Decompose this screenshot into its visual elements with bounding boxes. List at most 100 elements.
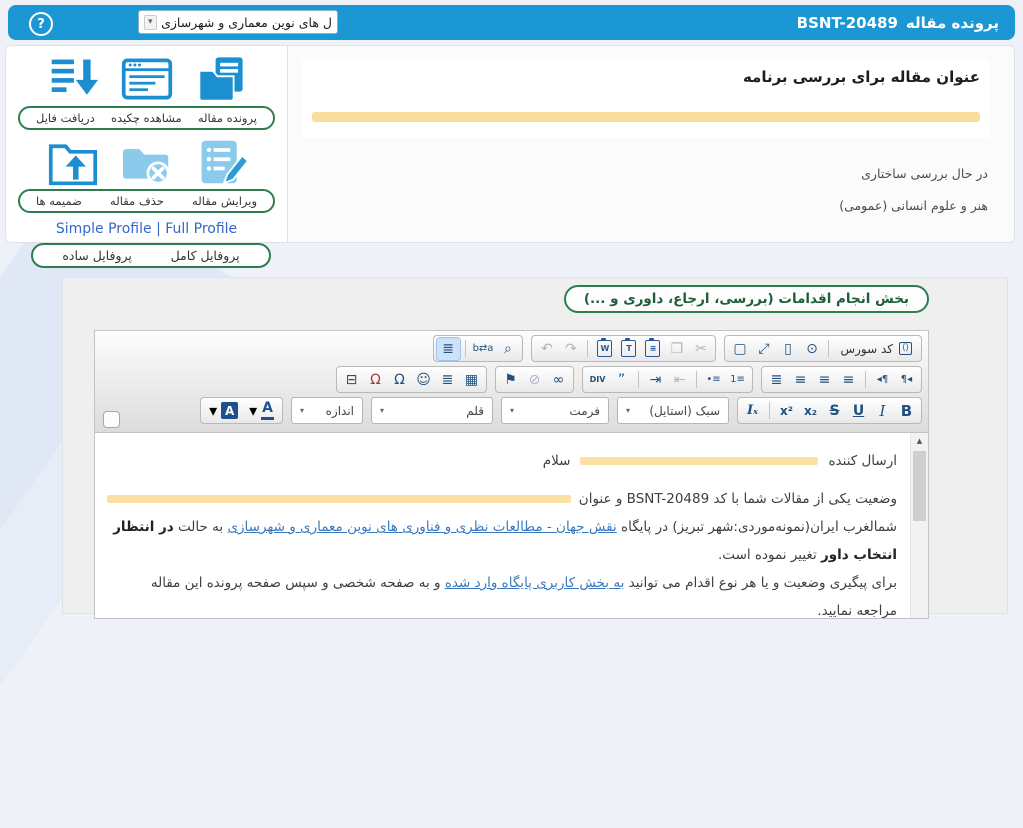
- view-abstract-icon: [120, 55, 174, 103]
- journal-select[interactable]: ▾ ل های نوین معماری و شهرسازی: [138, 10, 338, 34]
- size-select[interactable]: ▾ اندازه: [291, 397, 363, 424]
- strikethrough-icon[interactable]: S: [823, 400, 846, 422]
- maximize-icon[interactable]: ⤢: [752, 338, 775, 360]
- unlink-icon[interactable]: ⊘: [523, 369, 546, 391]
- table-icon[interactable]: ▦: [460, 369, 483, 391]
- link-icon[interactable]: ∞: [547, 369, 570, 391]
- profile-links-divider: |: [156, 221, 161, 237]
- background-color-button[interactable]: ▾ A: [204, 401, 243, 420]
- divider: [769, 402, 770, 419]
- editor-toolbar: ≣ b⇄a ⌕ ↶ ↷ W T ≡ ❐ ✂ ▢ ⤢: [95, 331, 928, 433]
- authors-redaction-bar: [312, 112, 980, 122]
- help-icon[interactable]: ?: [29, 12, 53, 36]
- divider: [865, 371, 866, 388]
- smiley-icon[interactable]: ☺: [412, 369, 435, 391]
- italic-icon[interactable]: I: [871, 400, 894, 422]
- editor-content-area[interactable]: ارسال کننده سلام وضعیت یکی از مقالات شما…: [95, 433, 928, 618]
- delete-article-icon: [120, 138, 174, 186]
- text-color-button[interactable]: ▾ A: [244, 401, 279, 420]
- align-right-icon[interactable]: ≡: [837, 369, 860, 391]
- page-title-label: پرونده مقاله: [906, 14, 999, 32]
- div-container-icon[interactable]: DIV: [586, 369, 609, 391]
- superscript-icon[interactable]: x²: [775, 400, 798, 422]
- paste-icon[interactable]: ≡: [641, 338, 664, 360]
- article-code: BSNT-20489: [797, 14, 898, 32]
- copy-icon[interactable]: ❐: [665, 338, 688, 360]
- delete-article-button[interactable]: [118, 136, 176, 188]
- align-left-icon[interactable]: ≡: [789, 369, 812, 391]
- find-replace-icon[interactable]: b⇄a: [471, 338, 496, 360]
- article-file-button[interactable]: [192, 53, 250, 105]
- horizontal-rule-icon[interactable]: ≣: [436, 369, 459, 391]
- edit-article-button[interactable]: [192, 136, 250, 188]
- blockquote-icon[interactable]: ”: [610, 369, 633, 391]
- full-profile-link[interactable]: Full Profile: [165, 221, 237, 237]
- numbered-list-icon[interactable]: 1≡: [726, 369, 749, 391]
- special-char-arabic-icon[interactable]: Ω: [364, 369, 387, 391]
- source-code-button[interactable]: کد سورس ⟨⟩: [834, 338, 918, 360]
- undo-icon[interactable]: ↶: [535, 338, 558, 360]
- simple-profile-link[interactable]: Simple Profile: [56, 221, 152, 237]
- select-all-icon[interactable]: ▢: [728, 338, 751, 360]
- format-select[interactable]: ▾ فرمت: [501, 397, 609, 424]
- redo-icon[interactable]: ↷: [559, 338, 582, 360]
- paragraph-rtl-icon[interactable]: ¶◂: [895, 369, 918, 391]
- divider: [828, 340, 829, 357]
- bidi-paragraph-icon[interactable]: ≣: [437, 338, 460, 360]
- view-abstract-button[interactable]: [118, 53, 176, 105]
- preview-icon[interactable]: ⊙: [800, 338, 823, 360]
- styles-select[interactable]: ▾ سبک (استایل): [617, 397, 729, 424]
- full-profile-button[interactable]: پروفایل کامل: [171, 248, 240, 263]
- paste-plain-text-icon[interactable]: T: [617, 338, 640, 360]
- rich-text-editor: ≣ b⇄a ⌕ ↶ ↷ W T ≡ ❐ ✂ ▢ ⤢: [94, 330, 929, 619]
- attachments-icon: [46, 137, 100, 187]
- login-link[interactable]: به بخش کاربری پایگاه وارد شده: [445, 575, 625, 591]
- download-file-button[interactable]: [44, 53, 102, 105]
- outdent-icon[interactable]: ⇤: [668, 369, 691, 391]
- text-color-icon: A: [261, 401, 274, 419]
- redaction-bar: [580, 457, 818, 465]
- chevron-down-icon: ▾: [510, 406, 514, 415]
- simple-profile-button[interactable]: پروفایل ساده: [62, 248, 132, 263]
- chevron-down-icon: ▾: [209, 401, 217, 420]
- new-page-icon[interactable]: ▯: [776, 338, 799, 360]
- editor-text[interactable]: ارسال کننده سلام وضعیت یکی از مقالات شما…: [95, 433, 911, 618]
- background-color-icon: A: [221, 402, 238, 419]
- font-select[interactable]: ▾ قلم: [371, 397, 493, 424]
- chevron-down-icon: ▾: [249, 401, 257, 420]
- article-title-box: عنوان مقاله برای بررسی برنامه: [302, 60, 990, 138]
- scroll-up-button[interactable]: ▲: [911, 433, 928, 449]
- edit-article-label: ویرایش مقاله: [192, 194, 257, 208]
- delete-article-label: حذف مقاله: [110, 194, 164, 208]
- anchor-icon[interactable]: ⚑: [499, 369, 522, 391]
- chevron-down-icon: ▾: [380, 406, 384, 415]
- subscript-icon[interactable]: x₂: [799, 400, 822, 422]
- page-break-icon[interactable]: ⊟: [340, 369, 363, 391]
- profile-links: Simple Profile | Full Profile: [6, 221, 287, 237]
- download-file-icon: [46, 54, 100, 104]
- actions-section-header: بخش انجام اقدامات (بررسی، ارجاع، داوری و…: [564, 285, 929, 313]
- view-abstract-label: مشاهده چکیده: [111, 111, 182, 125]
- follow-up-paragraph: برای پیگیری وضعیت و یا هر نوع اقدام می ت…: [107, 569, 897, 618]
- profile-buttons-pill: پروفایل کامل پروفایل ساده: [31, 243, 271, 268]
- paragraph-ltr-icon[interactable]: ◂¶: [871, 369, 894, 391]
- paste-from-word-icon[interactable]: W: [593, 338, 616, 360]
- special-char-icon[interactable]: Ω: [388, 369, 411, 391]
- editor-scrollbar[interactable]: ▲: [910, 433, 928, 618]
- journal-link[interactable]: نقش جهان - مطالعات نظری و فناوری های نوی…: [227, 519, 616, 535]
- search-icon[interactable]: ⌕: [496, 338, 519, 360]
- underline-icon[interactable]: U: [847, 400, 870, 422]
- attachments-button[interactable]: [44, 136, 102, 188]
- align-center-icon[interactable]: ≡: [813, 369, 836, 391]
- justify-icon[interactable]: ≣: [765, 369, 788, 391]
- divider: [638, 371, 639, 388]
- chevron-down-icon: ▾: [300, 406, 304, 415]
- toolbar-collapse-button[interactable]: [103, 411, 120, 428]
- journal-select-value: ل های نوین معماری و شهرسازی: [162, 15, 332, 30]
- scrollbar-thumb[interactable]: [913, 451, 926, 521]
- remove-format-icon[interactable]: Iₓ: [741, 400, 764, 422]
- bulleted-list-icon[interactable]: •≡: [702, 369, 725, 391]
- bold-icon[interactable]: B: [895, 400, 918, 422]
- indent-icon[interactable]: ⇥: [644, 369, 667, 391]
- cut-icon[interactable]: ✂: [689, 338, 712, 360]
